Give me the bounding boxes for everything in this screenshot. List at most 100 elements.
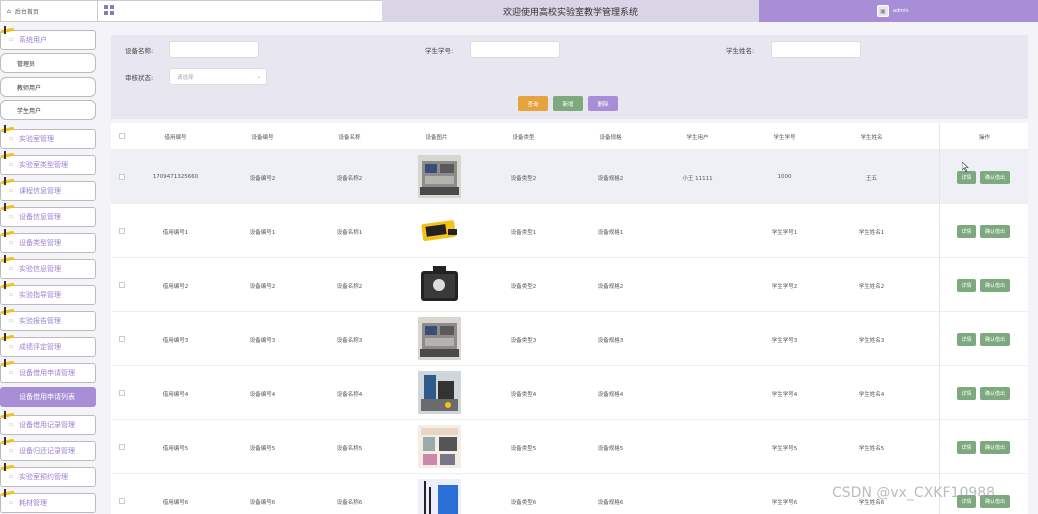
confirm-lend-button[interactable]: 确认借出 [980, 279, 1010, 292]
cell-student-id: 学生学号4 [771, 392, 798, 398]
cell-device-spec: 设备规格5 [597, 446, 624, 452]
device-image [418, 155, 461, 198]
detail-button[interactable]: 详情 [957, 387, 976, 400]
hammer-deco-icon [0, 411, 15, 420]
confirm-lend-button[interactable]: 确认借出 [980, 225, 1010, 238]
sidebar-item[interactable]: 教师用户 [0, 77, 96, 97]
sidebar-item-label: 学生用户 [17, 107, 42, 115]
cell-student-id: 学生学号3 [771, 338, 798, 344]
confirm-lend-button[interactable]: 确认借出 [980, 171, 1010, 184]
cell-device-no: 设备编号5 [249, 446, 276, 452]
cell-student-id: 学生学号2 [771, 284, 798, 290]
column-header: 设备编号 [251, 135, 274, 141]
mouse-cursor-icon [962, 162, 969, 172]
system-title: 欢迎使用高校实验室教学管理系统 [382, 0, 759, 22]
hammer-deco-icon [0, 125, 15, 134]
detail-button[interactable]: 详情 [957, 279, 976, 292]
user-area[interactable]: ▣ admin [759, 0, 1038, 22]
table-row[interactable]: 1709471325660 设备编号2 设备名称2 设备类型2 设备规格2 小王 1111… [111, 150, 1028, 204]
confirm-lend-button[interactable]: 确认借出 [980, 387, 1010, 400]
table-row[interactable]: 借用编号2 设备编号2 设备名称2 设备类型2 设备规格2 学生学号2 学生姓名2 详情 确认借… [111, 258, 1028, 312]
cell-student-name: 学生姓名4 [858, 392, 885, 398]
hammer-deco-icon [0, 177, 15, 186]
cell-student-id: 学生学号5 [771, 446, 798, 452]
row-checkbox[interactable] [119, 390, 125, 396]
menu-item-icon: ▫ [9, 291, 14, 298]
sidebar-item-label: 设备借用记录管理 [19, 421, 75, 429]
student-id-input[interactable] [470, 41, 560, 58]
menu-item-icon: ▫ [9, 369, 14, 376]
row-checkbox[interactable] [119, 444, 125, 450]
device-name-input[interactable] [169, 41, 259, 58]
search-button[interactable]: 查询 [518, 96, 548, 111]
cell-device-type: 设备类型1 [510, 230, 537, 236]
cell-device-spec: 设备规格2 [597, 176, 624, 182]
device-image [418, 479, 461, 514]
cell-device-type: 设备类型5 [510, 446, 537, 452]
column-header: 操作 [978, 135, 990, 141]
device-name-label: 设备名称: [125, 47, 154, 55]
cell-device-no: 设备编号1 [249, 230, 276, 236]
grid-menu-icon[interactable] [104, 5, 114, 17]
menu-item-icon: ▫ [9, 239, 14, 246]
sidebar-item-label: 设备信息管理 [19, 213, 61, 221]
cell-device-type: 设备类型3 [510, 338, 537, 344]
hammer-deco-icon [0, 151, 15, 160]
menu-item-icon: ▫ [9, 161, 14, 168]
sidebar-item-label: 设备借用申请列表 [19, 393, 75, 401]
column-header: 设备名称 [338, 135, 361, 141]
confirm-lend-button[interactable]: 确认借出 [980, 333, 1010, 346]
menu-item-icon: ▫ [9, 317, 14, 324]
review-status-select[interactable]: 请选择 ⌄ [169, 68, 267, 85]
cell-device-spec: 设备规格4 [597, 392, 624, 398]
sidebar-item-label: 实验报告管理 [19, 317, 61, 325]
cell-device-spec: 设备规格6 [597, 500, 624, 506]
table-row[interactable]: 借用编号4 设备编号4 设备名称4 设备类型4 设备规格4 学生学号4 学生姓名4 详情 确认借… [111, 366, 1028, 420]
student-name-input[interactable] [771, 41, 861, 58]
avatar[interactable]: ▣ [877, 5, 889, 17]
sidebar-item-label: 成绩评定管理 [19, 343, 61, 351]
sidebar: ▫ 系统用户 管理员 教师用户 学生用户 ▫ 实验室管理 ▫ 实验室类型管理 ▫ 课程信息管理 ▫ 设备… [0, 22, 104, 514]
hammer-deco-icon [0, 229, 15, 238]
cell-device-no: 设备编号2 [249, 176, 276, 182]
cell-device-spec: 设备规格1 [597, 230, 624, 236]
sidebar-item-label: 课程信息管理 [19, 187, 61, 195]
detail-button[interactable]: 详情 [957, 171, 976, 184]
menu-item-icon: ▫ [9, 447, 14, 454]
row-checkbox[interactable] [119, 498, 125, 504]
cell-device-type: 设备类型2 [510, 176, 537, 182]
cell-device-name: 设备名称6 [336, 500, 363, 506]
menu-item-icon: ▫ [9, 265, 14, 272]
cell-student-id: 1000 [777, 174, 792, 180]
home-tab[interactable]: ⌂ 后台首页 [0, 0, 98, 22]
detail-button[interactable]: 详情 [957, 333, 976, 346]
student-name-label: 学生姓名: [726, 47, 755, 55]
table-row[interactable]: 借用编号3 设备编号3 设备名称3 设备类型3 设备规格3 学生学号3 学生姓名3 详情 确认借… [111, 312, 1028, 366]
row-checkbox[interactable] [119, 282, 125, 288]
cell-student-id: 学生学号1 [771, 230, 798, 236]
hammer-deco-icon [0, 437, 15, 446]
sidebar-item-label: 实验信息管理 [19, 265, 61, 273]
sidebar-item-label: 系统用户 [19, 36, 47, 44]
cell-device-type: 设备类型2 [510, 284, 537, 290]
detail-button[interactable]: 详情 [957, 225, 976, 238]
row-checkbox[interactable] [119, 336, 125, 342]
row-checkbox[interactable] [119, 228, 125, 234]
confirm-lend-button[interactable]: 确认借出 [980, 441, 1010, 454]
hammer-deco-icon [0, 281, 15, 290]
table-row[interactable]: 借用编号1 设备编号1 设备名称1 设备类型1 设备规格1 学生学号1 学生姓名1 详情 确认借… [111, 204, 1028, 258]
detail-button[interactable]: 详情 [957, 441, 976, 454]
cell-borrow-no: 借用编号5 [162, 446, 189, 452]
sidebar-item[interactable]: 设备借用申请列表 [0, 387, 96, 407]
table-row[interactable]: 借用编号5 设备编号5 设备名称5 设备类型5 设备规格5 学生学号5 学生姓名5 详情 确认借… [111, 420, 1028, 474]
select-all-checkbox[interactable] [119, 133, 125, 139]
row-checkbox[interactable] [119, 174, 125, 180]
delete-button[interactable]: 删除 [588, 96, 618, 111]
sidebar-item[interactable]: 学生用户 [0, 100, 96, 120]
sidebar-item[interactable]: 管理员 [0, 53, 96, 73]
hammer-deco-icon [0, 26, 15, 35]
user-name[interactable]: admin [893, 8, 909, 14]
column-header: 学生学号 [773, 135, 796, 141]
add-button[interactable]: 新增 [553, 96, 583, 111]
menu-item-icon: ▫ [9, 135, 14, 142]
